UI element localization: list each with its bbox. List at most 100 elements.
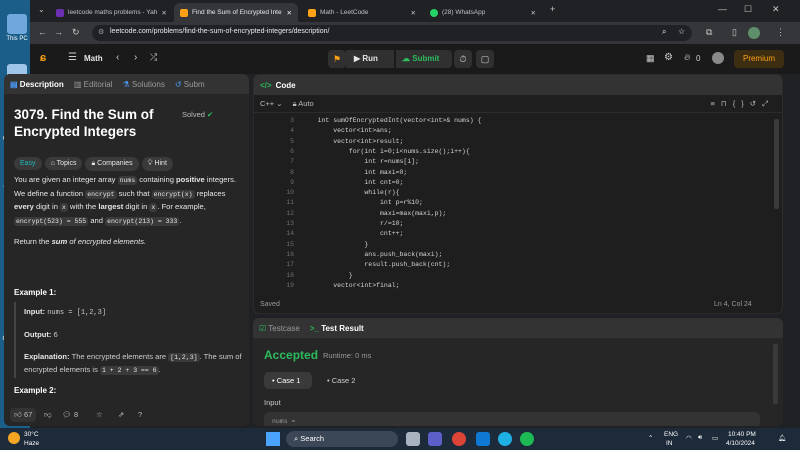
run-button[interactable]: ▶ Run bbox=[346, 50, 394, 68]
user-avatar[interactable] bbox=[712, 52, 724, 64]
wifi-icon[interactable]: ◠ bbox=[686, 434, 692, 442]
case2-button[interactable]: • Case 2 bbox=[319, 372, 367, 389]
layout-icon[interactable]: ▦ bbox=[646, 53, 655, 64]
code-line[interactable]: int maxi=0; bbox=[302, 169, 407, 176]
tab-leetcode-problem[interactable]: Find the Sum of Encrypted Inte ✕ bbox=[174, 3, 298, 22]
url-input[interactable]: ⚙ leetcode.com/problems/find-the-sum-of-… bbox=[92, 25, 692, 41]
result-scrollbar[interactable] bbox=[773, 344, 778, 404]
shuffle-icon[interactable]: ⤮ bbox=[150, 52, 157, 63]
help-icon[interactable]: ? bbox=[138, 410, 142, 419]
tab-test-result[interactable]: >_ Test Result bbox=[310, 324, 364, 333]
companies-pill[interactable]: 🔒︎ Companies bbox=[85, 157, 139, 171]
prev-problem-icon[interactable]: ‹ bbox=[116, 52, 119, 63]
timer-icon[interactable]: ⏱ bbox=[454, 50, 472, 68]
code-line[interactable]: int r=nums[i]; bbox=[302, 158, 419, 165]
minimize-icon[interactable]: — bbox=[718, 4, 727, 14]
star-icon[interactable]: ☆ bbox=[96, 410, 103, 419]
code-lines[interactable]: 3 int sumOfEncryptedInt(vector<int>& num… bbox=[254, 115, 782, 291]
task-view-icon[interactable] bbox=[406, 432, 420, 446]
code-line[interactable]: for(int i=0;i<nums.size();i++){ bbox=[302, 148, 470, 155]
tab-math-leetcode[interactable]: Math - LeetCode ✕ bbox=[302, 3, 422, 22]
back-icon[interactable]: ← bbox=[38, 27, 47, 37]
code-line[interactable]: int cnt=0; bbox=[302, 179, 403, 186]
case1-button[interactable]: • Case 1 bbox=[264, 372, 312, 389]
problem-list-label[interactable]: Math bbox=[84, 54, 103, 63]
edge-icon[interactable] bbox=[498, 432, 512, 446]
code-line[interactable]: vector<int>final; bbox=[302, 282, 399, 289]
weather-icon[interactable] bbox=[8, 432, 20, 444]
mail-icon[interactable] bbox=[476, 432, 490, 446]
tab-search-icon[interactable]: ⌄ bbox=[38, 5, 45, 14]
tab-description[interactable]: ▤ Description bbox=[10, 80, 64, 89]
leetcode-logo-icon[interactable]: ɕ bbox=[40, 52, 46, 64]
extensions-icon[interactable]: ⧉ bbox=[706, 27, 712, 38]
expand-icon[interactable]: ⤢ bbox=[762, 99, 774, 108]
desktop-icon[interactable]: This PC bbox=[2, 14, 32, 43]
code-line[interactable]: } bbox=[302, 241, 368, 248]
format-icon[interactable]: ≡ bbox=[710, 99, 720, 108]
debug-button[interactable]: ⚑ bbox=[328, 50, 346, 68]
reset-icon[interactable]: ↺ bbox=[750, 99, 762, 108]
teams-icon[interactable] bbox=[428, 432, 442, 446]
maximize-icon[interactable]: ☐ bbox=[744, 4, 752, 15]
code-line[interactable]: r/=10; bbox=[302, 220, 403, 227]
tab-submissions[interactable]: ↺ Subm bbox=[175, 80, 205, 89]
battery-icon[interactable]: ▭ bbox=[712, 434, 718, 442]
notification-icon[interactable]: 🔔︎ bbox=[778, 434, 786, 442]
code-line[interactable]: vector<int>ans; bbox=[302, 127, 392, 134]
zoom-icon[interactable]: ⌕ bbox=[662, 27, 666, 37]
like-button[interactable]: 👍︎ 67 bbox=[10, 408, 37, 422]
code-line[interactable]: int sumOfEncryptedInt(vector<int>& nums)… bbox=[302, 117, 482, 124]
windows-start-icon[interactable] bbox=[266, 432, 280, 446]
close-window-icon[interactable]: ✕ bbox=[772, 4, 780, 15]
hint-pill[interactable]: 💡︎ Hint bbox=[141, 157, 173, 171]
code-line[interactable]: while(r){ bbox=[302, 189, 399, 196]
code-line[interactable]: vector<int>result; bbox=[302, 138, 403, 145]
forward-icon[interactable]: → bbox=[54, 27, 63, 37]
star-icon[interactable]: ☆ bbox=[678, 27, 685, 36]
tab-solutions[interactable]: ⚗ Solutions bbox=[123, 80, 165, 89]
tray-chevron-icon[interactable]: ⌃ bbox=[648, 434, 653, 442]
code-line[interactable]: maxi=max(maxi,p); bbox=[302, 210, 446, 217]
tab-editorial[interactable]: ▥ Editorial bbox=[74, 80, 113, 89]
comment-icon[interactable]: 💬︎ bbox=[62, 410, 72, 419]
site-info-icon[interactable]: ⚙ bbox=[98, 28, 104, 36]
code-line[interactable]: result.push_back(cnt); bbox=[302, 261, 450, 268]
share-icon[interactable]: ⇗ bbox=[118, 410, 124, 419]
menu-icon[interactable]: ⋮ bbox=[776, 27, 785, 38]
submit-button[interactable]: ☁ Submit bbox=[396, 50, 452, 68]
dislike-icon[interactable]: 👎︎ bbox=[44, 410, 52, 420]
search-box[interactable]: ⌕ Search bbox=[286, 431, 398, 447]
volume-icon[interactable]: 🔊︎ bbox=[698, 434, 702, 442]
close-icon[interactable]: ✕ bbox=[407, 9, 416, 17]
spotify-icon[interactable] bbox=[520, 432, 534, 446]
topics-pill[interactable]: ⌂ Topics bbox=[44, 157, 83, 170]
clock-time[interactable]: 10:40 PM bbox=[728, 431, 756, 438]
code-line[interactable]: int p=r%10; bbox=[302, 199, 423, 206]
tab-whatsapp[interactable]: (28) WhatsApp ✕ bbox=[424, 3, 542, 22]
close-icon[interactable]: ✕ bbox=[283, 9, 292, 17]
code-line[interactable]: ans.push_back(maxi); bbox=[302, 251, 442, 258]
braces-icon[interactable]: {} bbox=[733, 99, 750, 108]
code-line[interactable]: } bbox=[302, 272, 353, 279]
settings-icon[interactable]: ⚙ bbox=[664, 52, 673, 63]
autocomplete-toggle[interactable]: 🔒︎ Auto bbox=[293, 99, 314, 109]
language-select[interactable]: C++ ⌄ bbox=[260, 99, 283, 108]
bookmark-icon[interactable]: ⊓ bbox=[721, 99, 733, 108]
streak-fire-icon[interactable]: 🔥︎ bbox=[684, 52, 691, 63]
reload-icon[interactable]: ↻ bbox=[72, 27, 80, 38]
editor-scrollbar[interactable] bbox=[774, 119, 779, 209]
premium-button[interactable]: Premium bbox=[734, 50, 784, 68]
chrome-icon[interactable] bbox=[452, 432, 466, 446]
next-problem-icon[interactable]: › bbox=[134, 52, 137, 63]
new-tab-icon[interactable]: + bbox=[550, 4, 555, 14]
profile-avatar[interactable] bbox=[748, 27, 760, 39]
tab-yahoo[interactable]: leetcode maths problems - Yah ✕ bbox=[50, 3, 172, 22]
close-icon[interactable]: ✕ bbox=[527, 9, 536, 17]
problem-list-icon[interactable]: ☰ bbox=[68, 52, 77, 63]
notes-icon[interactable]: ▢ bbox=[476, 50, 494, 68]
input-language[interactable]: ENG bbox=[664, 431, 678, 438]
tab-testcase[interactable]: ☑ Testcase bbox=[259, 324, 300, 333]
close-icon[interactable]: ✕ bbox=[157, 9, 166, 17]
code-line[interactable]: cnt++; bbox=[302, 230, 403, 237]
